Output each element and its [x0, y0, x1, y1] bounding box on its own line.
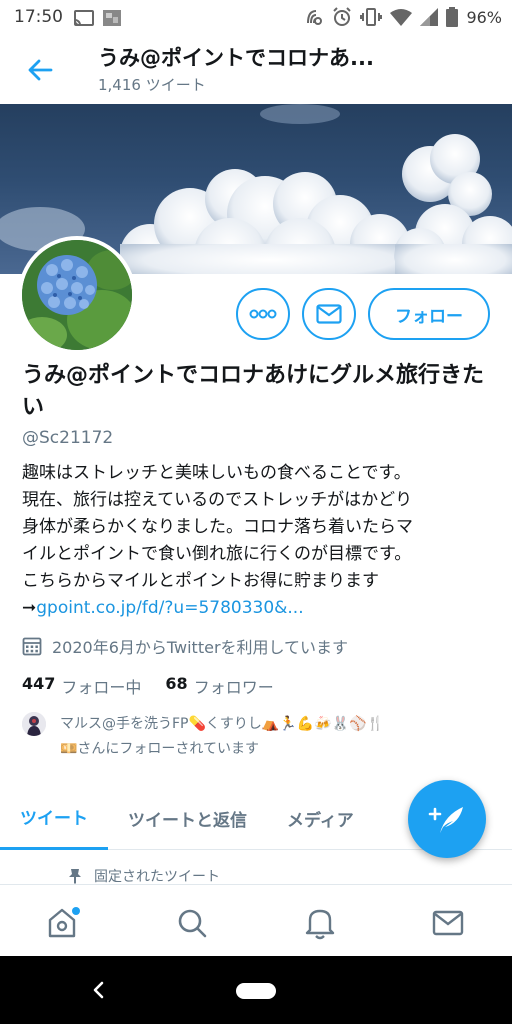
header-title: うみ@ポイントでコロナあ...	[98, 46, 374, 70]
nav-messages[interactable]	[428, 903, 468, 943]
follower-avatar-image	[22, 712, 46, 736]
followed-by[interactable]: マルス@手を洗うFP💊くすりし⛺🏃💪🍻🐰⚾🍴 💴さんにフォローされています	[22, 712, 492, 762]
bell-icon	[305, 909, 335, 940]
system-home-pill[interactable]	[236, 983, 276, 999]
following-count: 447	[22, 674, 56, 693]
battery-percent: 96%	[466, 7, 502, 27]
follow-stats: 447 フォロー中 68 フォロワー	[22, 674, 274, 698]
wifi-icon	[390, 9, 413, 26]
more-options-button[interactable]	[236, 288, 290, 340]
envelope-icon	[316, 304, 342, 324]
tab-media[interactable]: メディア	[267, 786, 374, 850]
pinned-tweet-label: 固定されたツイート	[68, 866, 220, 886]
display-name: うみ@ポイントでコロナあけにグルメ旅行きたい	[22, 363, 485, 420]
envelope-icon	[432, 910, 464, 936]
hydrangea-avatar-image	[22, 240, 132, 350]
alarm-icon	[333, 7, 352, 26]
user-handle: @Sc21172	[22, 428, 114, 448]
status-bar: 17:50 96%	[0, 0, 512, 36]
nav-notifications[interactable]	[300, 903, 340, 943]
tab-tweets-and-replies[interactable]: ツイートと返信	[108, 786, 267, 850]
followers-stat[interactable]: 68 フォロワー	[165, 674, 273, 698]
image-icon	[103, 10, 121, 26]
bio-link[interactable]: gpoint.co.jp/fd/?u=5780330&...	[36, 598, 303, 618]
nfc-icon	[307, 10, 323, 25]
back-button[interactable]	[24, 56, 56, 84]
pin-icon	[69, 869, 81, 884]
status-notification-icons	[74, 9, 122, 27]
profile-avatar[interactable]	[18, 236, 136, 354]
signal-icon	[420, 8, 439, 26]
status-right-group: 96%	[304, 7, 502, 27]
bio-line: 身体が柔らかくなりました。コロナ落ち着いたらマ	[22, 517, 413, 537]
nav-home[interactable]	[44, 903, 84, 943]
followed-by-line2: 💴さんにフォローされています	[60, 741, 260, 757]
followers-count: 68	[165, 674, 188, 693]
calendar-icon	[22, 637, 42, 656]
pinned-text: 固定されたツイート	[94, 869, 220, 885]
follower-avatar	[22, 712, 46, 736]
joined-date: 2020年6月からTwitterを利用しています	[22, 634, 348, 658]
following-label: フォロー中	[61, 678, 142, 697]
followers-label: フォロワー	[193, 678, 274, 697]
profile-bio: 趣味はストレッチと美味しいもの食べることです。 現在、旅行は控えているのでストレ…	[22, 460, 500, 622]
compose-feather-icon	[428, 807, 463, 833]
followed-by-line1: マルス@手を洗うFP💊くすりし⛺🏃💪🍻🐰⚾🍴	[60, 716, 384, 732]
following-stat[interactable]: 447 フォロー中	[22, 674, 141, 698]
message-button[interactable]	[302, 288, 356, 340]
follow-button[interactable]: フォロー	[368, 288, 490, 340]
tweet-count: 1,416 ツイート	[98, 76, 206, 94]
bio-line: こちらからマイルとポイントお得に貯まります	[22, 571, 379, 591]
status-time: 17:50	[14, 7, 63, 27]
vibrate-icon	[360, 8, 383, 26]
more-dots-icon	[249, 309, 277, 319]
system-navigation-bar	[0, 956, 512, 1024]
tab-tweets[interactable]: ツイート	[0, 786, 108, 850]
chevron-left-icon	[93, 981, 104, 999]
bottom-navigation	[0, 884, 512, 956]
profile-header: うみ@ポイントでコロナあ... 1,416 ツイート	[0, 36, 512, 104]
compose-tweet-button[interactable]	[408, 780, 486, 858]
bio-link-line: ➞gpoint.co.jp/fd/?u=5780330&...	[22, 595, 500, 622]
nav-search[interactable]	[172, 903, 212, 943]
bio-line: 趣味はストレッチと美味しいもの食べることです。	[22, 463, 411, 483]
cast-icon	[74, 10, 94, 26]
bio-line: イルとポイントで食い倒れ旅に行くのが目標です。	[22, 544, 412, 564]
bio-arrow: ➞	[22, 598, 37, 618]
bio-line: 現在、旅行は控えているのでストレッチがはかどり	[22, 490, 413, 510]
home-icon	[48, 907, 80, 938]
search-icon	[178, 909, 207, 938]
joined-text: 2020年6月からTwitterを利用しています	[52, 638, 349, 657]
battery-icon	[446, 7, 459, 27]
system-back-button[interactable]	[86, 976, 110, 1004]
back-arrow-icon	[28, 59, 53, 81]
